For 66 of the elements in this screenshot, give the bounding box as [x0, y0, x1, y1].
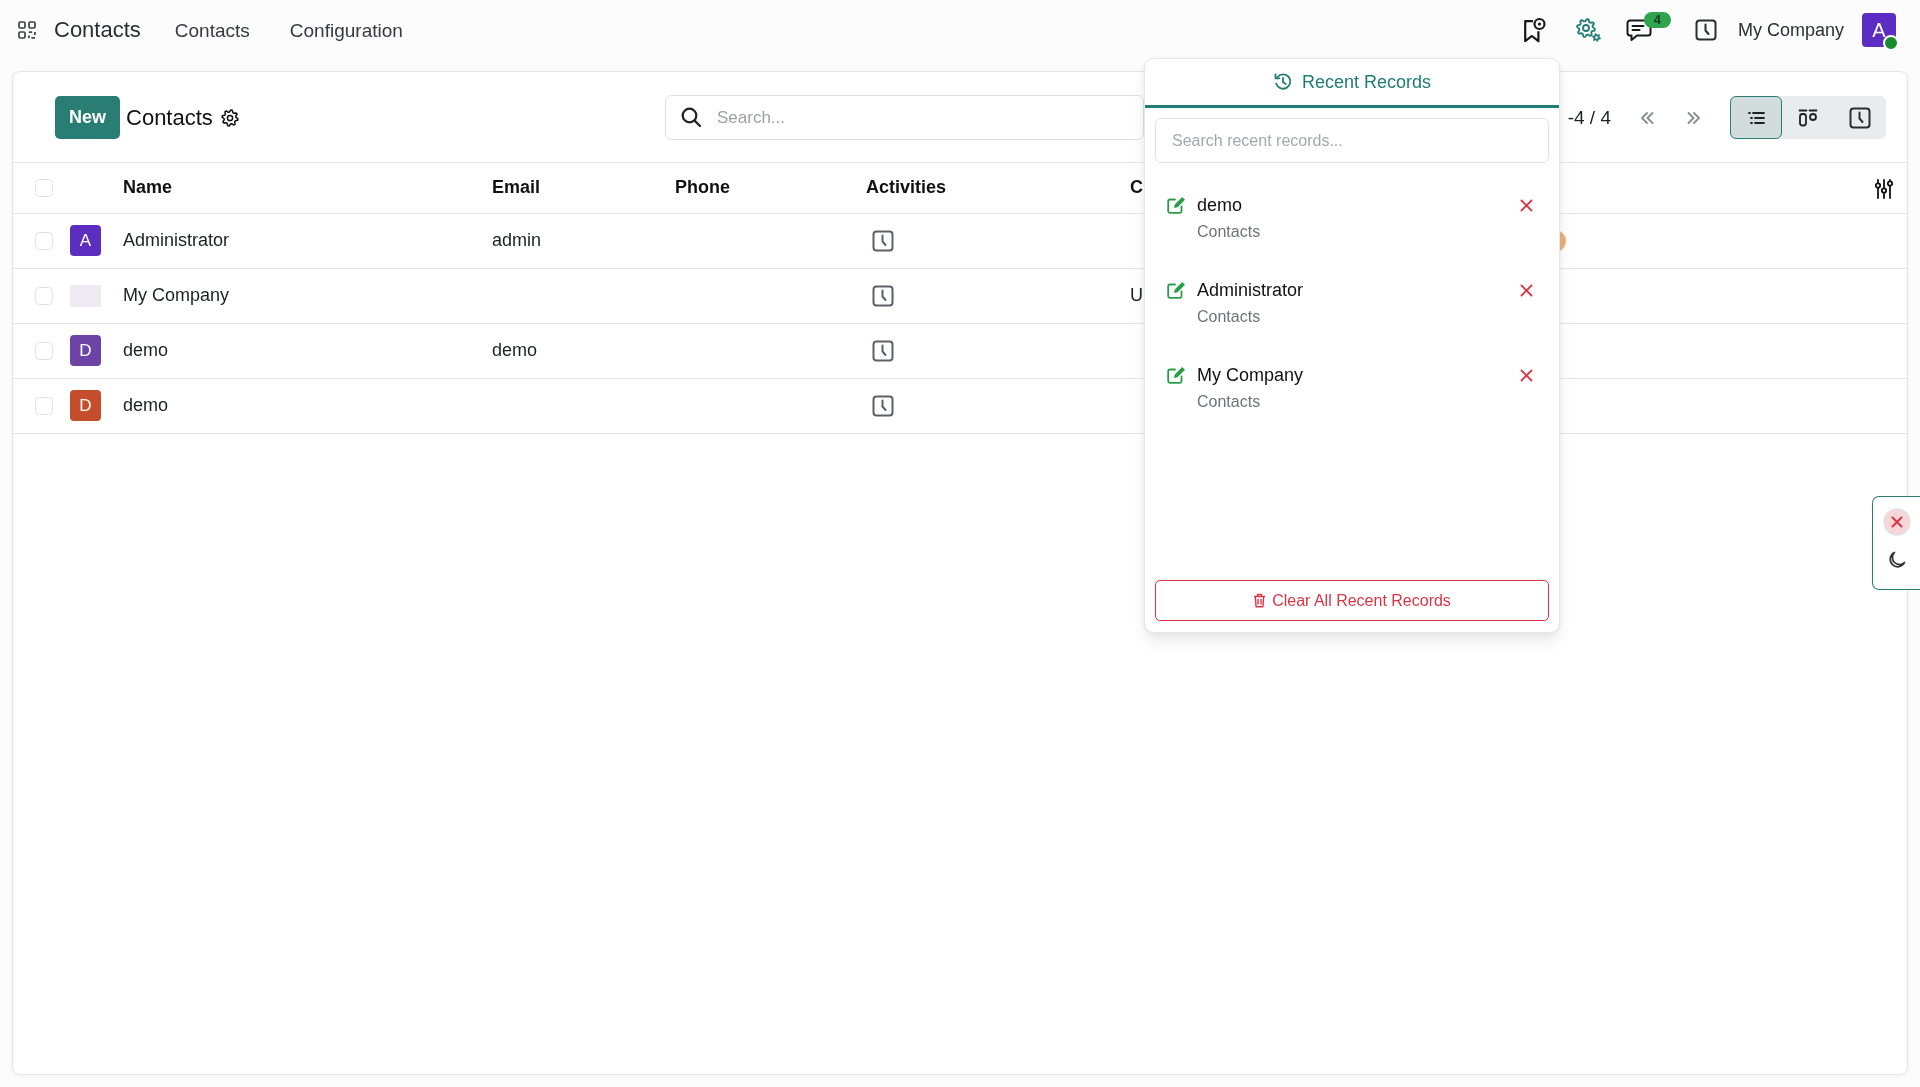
table-cell: My Company [113, 268, 482, 323]
avatar: D [70, 390, 101, 421]
message-count-badge: 4 [1643, 11, 1671, 28]
settings-icon[interactable] [1575, 17, 1602, 43]
pager-text: -4 / 4 [1567, 108, 1611, 127]
clock-icon[interactable] [872, 394, 894, 417]
list-icon [1747, 110, 1765, 125]
clear-button[interactable]: Clear All Recent Records [1155, 580, 1549, 621]
record-name[interactable]: Administrator [1197, 278, 1304, 302]
record-model: Contacts [1197, 222, 1261, 242]
next-icon[interactable] [1687, 110, 1701, 125]
record-name[interactable]: My Company [1197, 363, 1304, 387]
history-icon [1272, 72, 1293, 92]
search-icon [681, 107, 701, 127]
bookmark-icon[interactable] [1521, 17, 1546, 43]
record-model: Contacts [1197, 392, 1262, 412]
table-cell: admin [482, 213, 665, 268]
column-header[interactable]: Phone [665, 163, 856, 213]
company-name[interactable]: My Company [1737, 21, 1844, 39]
table-cell: demo [113, 323, 482, 378]
new-button[interactable]: New [55, 96, 120, 139]
clock-icon[interactable] [872, 284, 894, 307]
select-all-checkbox[interactable] [35, 178, 53, 197]
chat-icon[interactable] [1625, 18, 1652, 42]
column-header[interactable]: Email [482, 163, 665, 213]
column-header[interactable]: C [1130, 177, 1143, 198]
row-checkbox[interactable] [35, 286, 53, 305]
kanban-icon [1798, 108, 1818, 127]
menu-item[interactable]: Contacts [174, 20, 250, 40]
moon-icon[interactable] [1887, 551, 1906, 569]
trash-icon [1253, 593, 1267, 608]
app-title[interactable]: Contacts [54, 19, 141, 41]
edit-icon[interactable] [1167, 281, 1186, 299]
clock-icon [1849, 106, 1871, 129]
table-cell: Administrator [113, 213, 482, 268]
column-header[interactable]: Name [113, 163, 482, 213]
clock-icon[interactable] [1694, 19, 1717, 41]
row-checkbox[interactable] [35, 231, 53, 250]
list-view-button[interactable] [1730, 96, 1782, 139]
table-cell: demo [113, 378, 482, 433]
column-header[interactable]: Activities [856, 163, 1124, 213]
apps-icon[interactable] [18, 21, 36, 39]
close-icon[interactable] [1520, 199, 1533, 212]
sliders-icon[interactable] [1875, 178, 1893, 199]
close-icon[interactable] [1520, 369, 1533, 382]
row-checkbox[interactable] [35, 341, 53, 360]
record-name[interactable]: demo [1197, 193, 1261, 217]
edit-icon[interactable] [1167, 196, 1186, 214]
avatar: A [70, 225, 101, 256]
page-title: Contacts [126, 106, 213, 129]
clock-icon[interactable] [872, 229, 894, 252]
record-model: Contacts [1197, 307, 1262, 327]
table-cell: U [1130, 285, 1143, 305]
user-avatar[interactable]: A [1862, 13, 1896, 47]
previous-icon[interactable] [1640, 110, 1654, 125]
clock-icon[interactable] [872, 339, 894, 362]
edit-icon[interactable] [1167, 366, 1186, 384]
avatar: D [70, 335, 101, 366]
panel-title: Recent Records [1301, 73, 1432, 91]
table-cell: demo [482, 323, 665, 378]
close-icon[interactable] [1520, 284, 1533, 297]
search-field[interactable]: Search... [665, 95, 1144, 140]
menu-item[interactable]: Configuration [289, 20, 403, 40]
search-field[interactable]: Search recent records... [1155, 118, 1549, 163]
row-checkbox[interactable] [35, 396, 53, 415]
gear-icon[interactable] [220, 108, 239, 127]
